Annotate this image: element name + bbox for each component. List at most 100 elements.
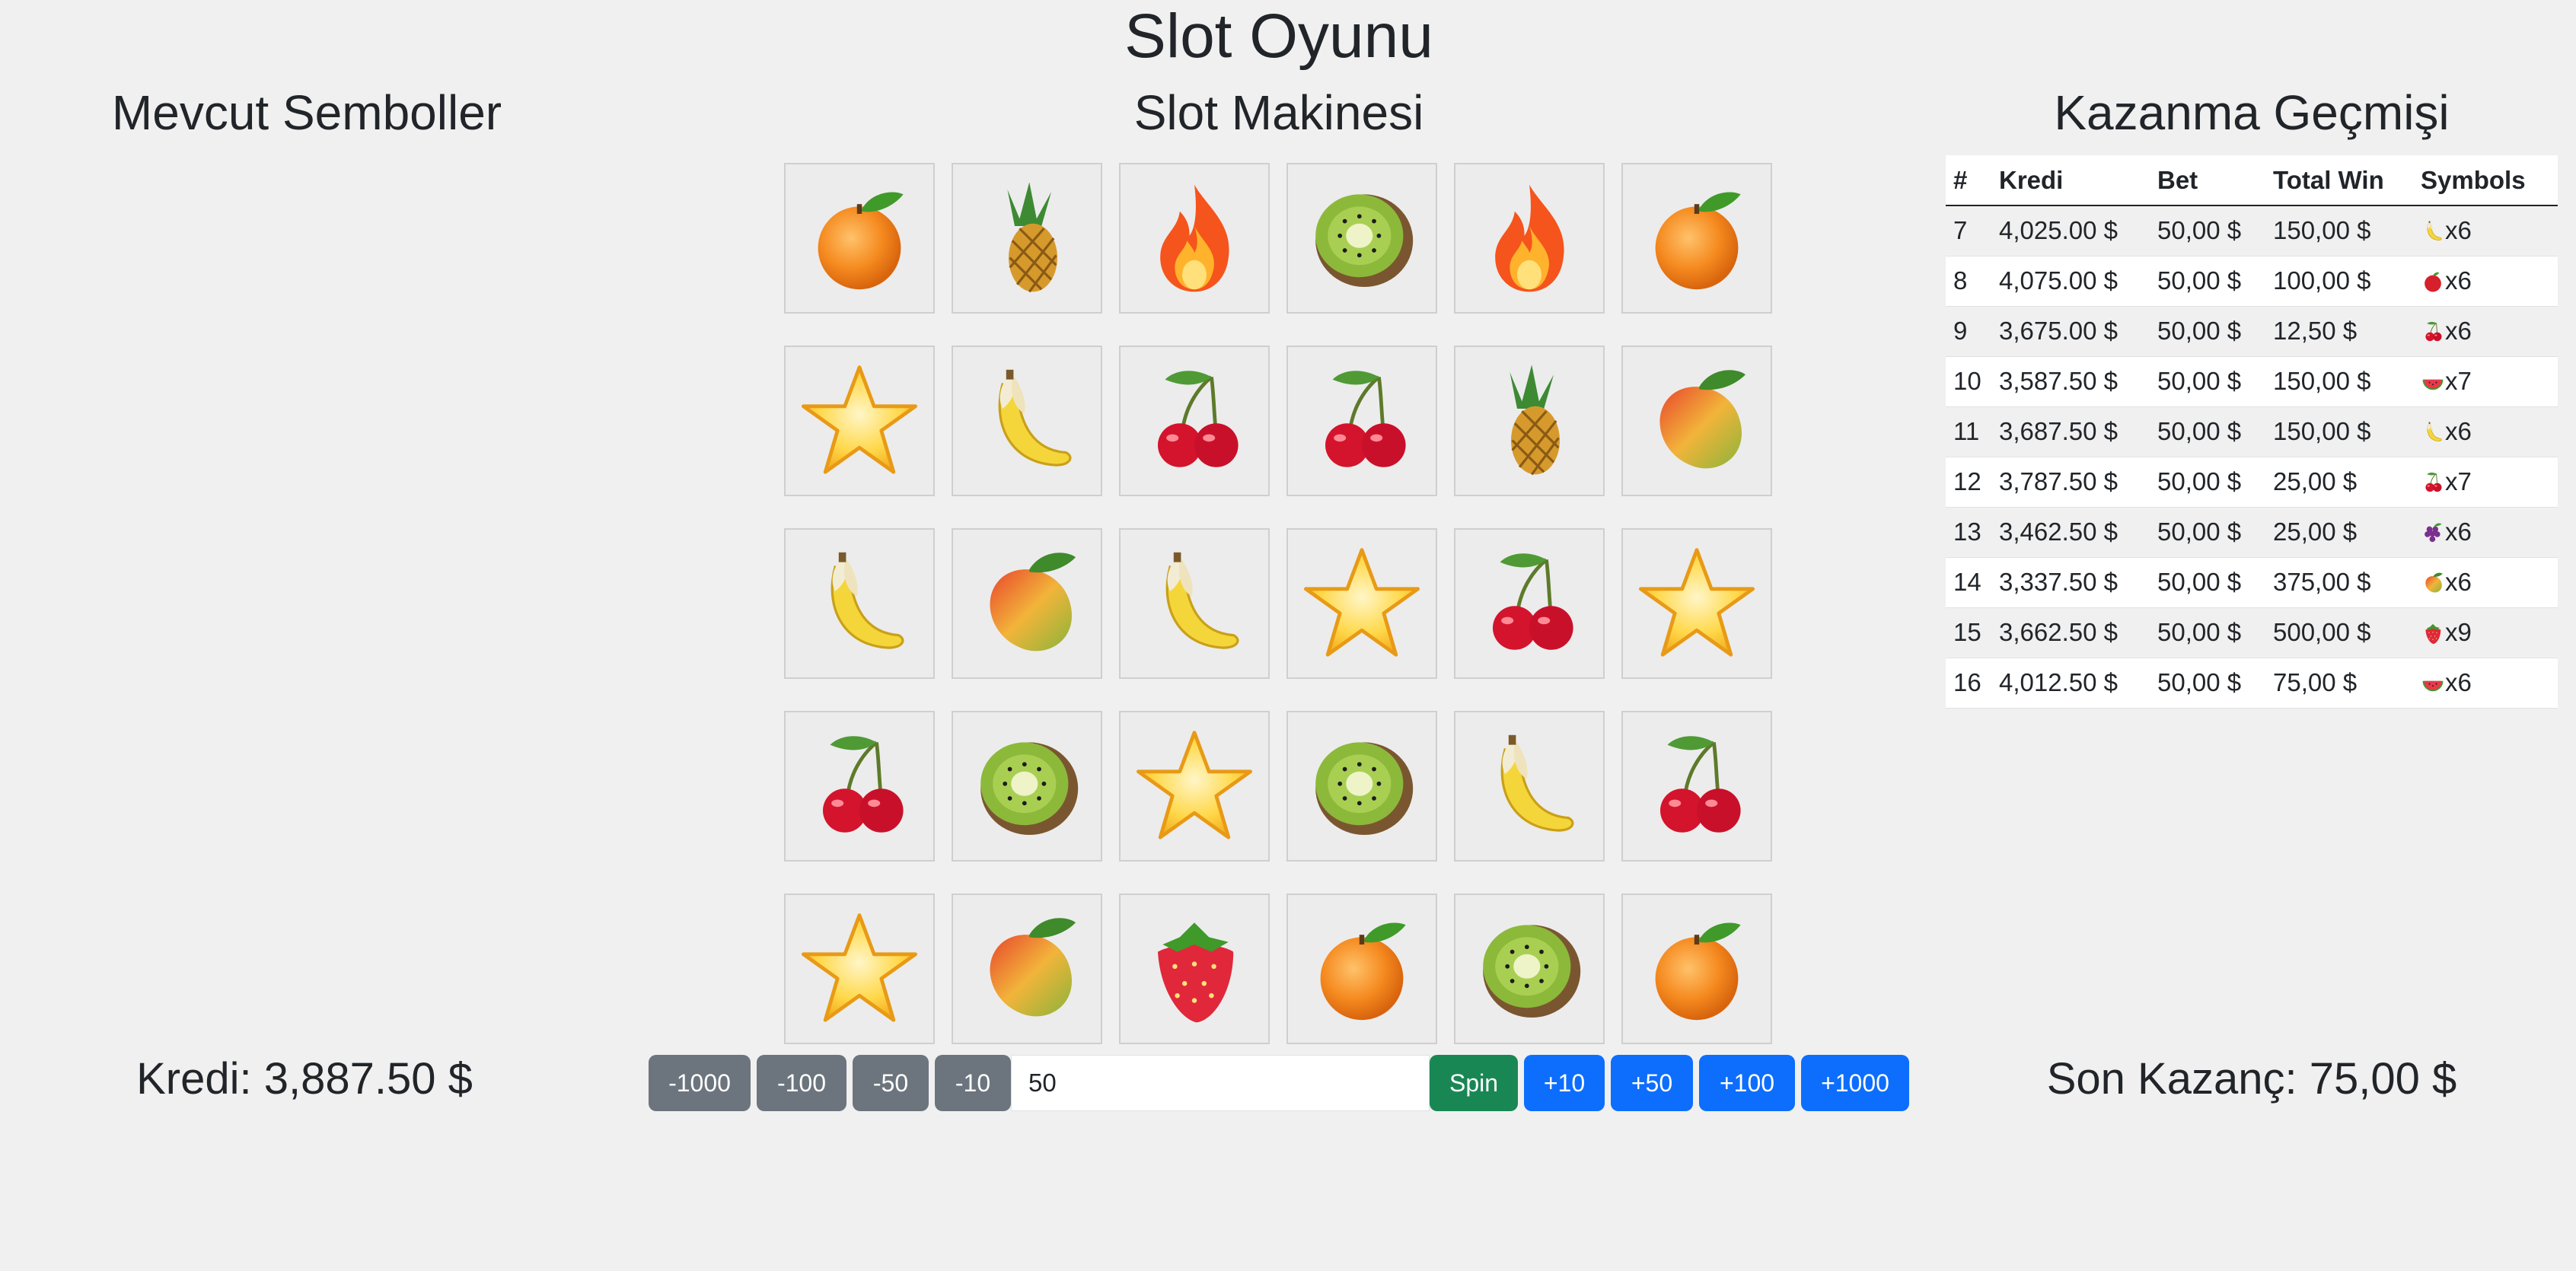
row-total-win: 375,00 $ [2265, 557, 2413, 608]
history-row: 8 4,075.00 $50,00 $100,00 $ x6 [1946, 256, 2558, 307]
mango-icon [966, 908, 1088, 1030]
watermelon-icon [2421, 370, 2445, 394]
cherry-icon [1133, 360, 1255, 482]
bet-plus-10-button[interactable]: +10 [1524, 1055, 1605, 1111]
symbol-count: x6 [2445, 266, 2472, 295]
mango-icon [2421, 571, 2445, 595]
symbol-count: x7 [2445, 367, 2472, 395]
row-bet: 50,00 $ [2150, 507, 2265, 558]
row-symbols: x7 [2413, 457, 2558, 508]
strawberry-icon [2421, 621, 2445, 645]
credit-display: Kredi: 3,887.50 $ [136, 1054, 473, 1104]
symbol-count: x6 [2445, 216, 2472, 245]
row-symbols: x6 [2413, 658, 2558, 709]
row-number: 11 [1946, 406, 1991, 457]
star-icon [1133, 725, 1255, 847]
slot-cell [1621, 711, 1772, 862]
orange-icon [1301, 908, 1423, 1030]
row-symbols: x6 [2413, 306, 2558, 357]
banana-icon [1133, 543, 1255, 664]
row-symbols: x9 [2413, 607, 2558, 658]
cherry-icon [799, 725, 920, 847]
page-title: Slot Oyunu [1124, 2, 1433, 71]
slot-cell [1621, 163, 1772, 314]
row-number: 9 [1946, 306, 1991, 357]
watermelon-icon [2421, 671, 2445, 696]
bet-plus-50-button[interactable]: +50 [1611, 1055, 1693, 1111]
orange-icon [1636, 908, 1758, 1030]
kiwi-icon [966, 725, 1088, 847]
row-kredi: 3,462.50 $ [1991, 507, 2150, 558]
star-icon [799, 908, 920, 1030]
row-kredi: 3,337.50 $ [1991, 557, 2150, 608]
row-number: 8 [1946, 256, 1991, 307]
slot-cell [1286, 711, 1437, 862]
history-row: 10 3,587.50 $50,00 $150,00 $ x7 [1946, 356, 2558, 407]
symbol-count: x7 [2445, 467, 2472, 495]
star-icon [1636, 543, 1758, 664]
fire-icon [1468, 177, 1590, 299]
row-total-win: 12,50 $ [2265, 306, 2413, 357]
symbol-count: x6 [2445, 518, 2472, 546]
row-total-win: 150,00 $ [2265, 205, 2413, 256]
row-bet: 50,00 $ [2150, 457, 2265, 508]
slot-cell [784, 528, 935, 679]
kiwi-icon [1301, 725, 1423, 847]
spin-button[interactable]: Spin [1430, 1055, 1518, 1111]
win-history-heading: Kazanma Geçmişi [2054, 85, 2450, 140]
row-bet: 50,00 $ [2150, 557, 2265, 608]
row-kredi: 4,012.50 $ [1991, 658, 2150, 709]
slot-cell [1454, 894, 1605, 1044]
row-number: 7 [1946, 205, 1991, 256]
bet-minus-1000-button[interactable]: -1000 [649, 1055, 751, 1111]
mango-icon [966, 543, 1088, 664]
bet-minus-10-button[interactable]: -10 [935, 1055, 1011, 1111]
pineapple-icon [1468, 360, 1590, 482]
star-icon [1301, 543, 1423, 664]
slot-cell [1621, 346, 1772, 496]
history-row: 9 3,675.00 $50,00 $12,50 $ x6 [1946, 306, 2558, 357]
row-bet: 50,00 $ [2150, 658, 2265, 709]
row-number: 12 [1946, 457, 1991, 508]
row-symbols: x7 [2413, 356, 2558, 407]
slot-cell [1286, 346, 1437, 496]
bet-controls: -1000 -100 -50 -10 Spin +10 +50 +100 +10… [649, 1055, 1909, 1111]
slot-cell [1621, 894, 1772, 1044]
cherry-icon [2421, 320, 2445, 344]
row-symbols: x6 [2413, 557, 2558, 608]
slot-cell [952, 346, 1102, 496]
bet-minus-50-button[interactable]: -50 [853, 1055, 929, 1111]
symbol-count: x6 [2445, 417, 2472, 445]
row-number: 15 [1946, 607, 1991, 658]
cherry-icon [2421, 470, 2445, 495]
col-header-symbols: Symbols [2413, 155, 2558, 206]
kiwi-icon [1468, 908, 1590, 1030]
cherry-icon [1468, 543, 1590, 664]
slot-cell [1621, 528, 1772, 679]
slot-cell [952, 894, 1102, 1044]
slot-cell [1454, 346, 1605, 496]
row-bet: 50,00 $ [2150, 356, 2265, 407]
banana-icon [2421, 219, 2445, 244]
kiwi-icon [1301, 177, 1423, 299]
orange-icon [1636, 177, 1758, 299]
banana-icon [1468, 725, 1590, 847]
row-symbols: x6 [2413, 507, 2558, 558]
slot-machine-heading: Slot Makinesi [1133, 85, 1424, 140]
bet-plus-100-button[interactable]: +100 [1699, 1055, 1795, 1111]
bet-minus-100-button[interactable]: -100 [757, 1055, 846, 1111]
slot-cell [1286, 163, 1437, 314]
slot-cell [1119, 894, 1270, 1044]
slot-cell [1454, 711, 1605, 862]
row-bet: 50,00 $ [2150, 205, 2265, 256]
bet-plus-1000-button[interactable]: +1000 [1801, 1055, 1909, 1111]
row-total-win: 100,00 $ [2265, 256, 2413, 307]
slot-cell [952, 711, 1102, 862]
banana-icon [966, 360, 1088, 482]
col-header-total-win: Total Win [2265, 155, 2413, 206]
row-kredi: 3,687.50 $ [1991, 406, 2150, 457]
last-win-display: Son Kazanç: 75,00 $ [2046, 1054, 2457, 1104]
col-header-bet: Bet [2150, 155, 2265, 206]
bet-amount-input[interactable] [1011, 1055, 1430, 1111]
slot-cell [1119, 163, 1270, 314]
